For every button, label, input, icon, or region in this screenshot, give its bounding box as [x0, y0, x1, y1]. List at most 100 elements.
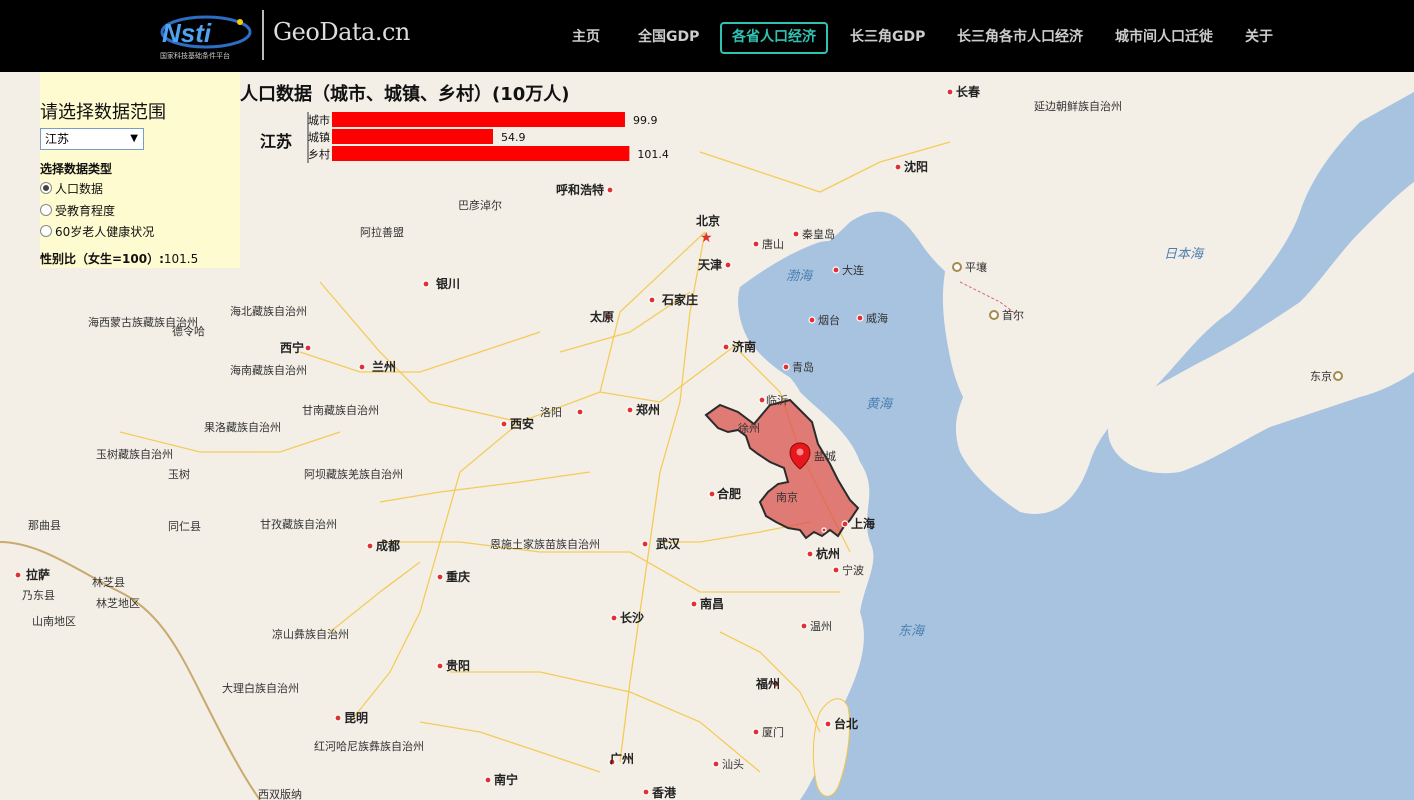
radio-button-icon[interactable] [40, 204, 52, 216]
radio-education[interactable]: 受教育程度 [40, 202, 115, 219]
chart-province-label: 江苏 [260, 132, 293, 151]
svg-text:唐山: 唐山 [762, 237, 784, 251]
nav-home[interactable]: 主页 [572, 23, 600, 51]
province-select-value: 江苏 [45, 132, 70, 146]
radio-button-icon[interactable] [40, 182, 52, 194]
svg-text:西宁: 西宁 [280, 340, 304, 355]
svg-text:南昌: 南昌 [700, 596, 724, 611]
city-suzhou [821, 527, 827, 533]
svg-text:银川: 银川 [436, 276, 460, 291]
data-type-label: 选择数据类型 [40, 162, 113, 176]
svg-text:徐州: 徐州 [738, 421, 760, 435]
svg-text:福州: 福州 [755, 676, 780, 691]
svg-text:海北藏族自治州: 海北藏族自治州 [230, 304, 307, 318]
chart-bar [332, 112, 625, 127]
city-yancheng: 盐城 [814, 450, 836, 463]
svg-text:同仁县: 同仁县 [168, 520, 201, 533]
nav-yangtze-delta-city-population[interactable]: 长三角各市人口经济 [957, 23, 1083, 51]
svg-text:杭州: 杭州 [816, 546, 840, 561]
dropdown-arrow-icon: ▼ [130, 133, 138, 144]
svg-text:呼和浩特: 呼和浩特 [556, 182, 604, 197]
svg-text:东京: 东京 [1310, 369, 1332, 383]
svg-text:Nsti: Nsti [162, 18, 212, 48]
svg-text:兰州: 兰州 [372, 359, 396, 374]
svg-text:恩施土家族苗族自治州: 恩施土家族苗族自治州 [490, 537, 600, 551]
svg-text:武汉: 武汉 [656, 536, 681, 551]
svg-text:拉萨: 拉萨 [26, 567, 50, 582]
svg-text:成都: 成都 [376, 538, 400, 553]
svg-text:果洛藏族自治州: 果洛藏族自治州 [204, 420, 281, 434]
svg-text:海南藏族自治州: 海南藏族自治州 [230, 363, 307, 377]
sex-ratio-label: 性别比（女生=100）: [40, 252, 164, 266]
sex-ratio: 性别比（女生=100）:101.5 [40, 250, 198, 267]
chart-value-label: 99.9 [633, 114, 658, 127]
svg-text:黄海: 黄海 [866, 397, 894, 412]
city-fuzhou: 福州 [755, 676, 780, 691]
svg-text:长春: 长春 [956, 84, 981, 99]
svg-text:昆明: 昆明 [344, 711, 368, 725]
svg-text:汕头: 汕头 [722, 758, 744, 771]
city-tokyo: 东京 [1310, 369, 1343, 383]
svg-text:郑州: 郑州 [636, 402, 660, 417]
svg-text:日本海: 日本海 [1164, 247, 1205, 262]
nav-national-gdp[interactable]: 全国GDP [638, 23, 699, 51]
nav-about[interactable]: 关于 [1245, 23, 1273, 51]
svg-text:温州: 温州 [810, 620, 832, 633]
city-label: 北京 [696, 213, 720, 228]
radio-population[interactable]: 人口数据 [40, 180, 103, 197]
radio-label: 受教育程度 [55, 204, 116, 218]
sex-ratio-value: 101.5 [163, 252, 199, 266]
svg-text:石家庄: 石家庄 [661, 292, 698, 307]
svg-text:广州: 广州 [610, 751, 634, 766]
svg-text:林芝县: 林芝县 [92, 575, 125, 589]
city-xuzhou: 徐州 [738, 421, 760, 435]
province-select[interactable]: 江苏 ▼ [40, 128, 144, 150]
svg-text:阿拉善盟: 阿拉善盟 [360, 225, 404, 239]
radio-elderly-health[interactable]: 60岁老人健康状况 [40, 223, 154, 240]
svg-text:上海: 上海 [851, 516, 875, 531]
svg-text:南京: 南京 [776, 490, 798, 504]
svg-text:长沙: 长沙 [620, 610, 644, 625]
svg-text:平壤: 平壤 [965, 260, 987, 274]
svg-text:济南: 济南 [732, 339, 756, 354]
svg-text:那曲县: 那曲县 [28, 519, 61, 532]
svg-text:宁波: 宁波 [842, 563, 864, 577]
svg-text:青岛: 青岛 [792, 360, 814, 374]
svg-text:山南地区: 山南地区 [32, 615, 76, 628]
svg-text:西双版纳: 西双版纳 [258, 787, 302, 800]
nav-province-population-economy[interactable]: 各省人口经济 [720, 22, 828, 54]
chart-value-label: 101.4 [637, 148, 669, 161]
svg-text:玉树藏族自治州: 玉树藏族自治州 [96, 447, 173, 461]
svg-text:厦门: 厦门 [762, 725, 784, 739]
radio-label: 60岁老人健康状况 [55, 225, 155, 239]
svg-text:乃东县: 乃东县 [22, 589, 55, 602]
svg-text:林芝地区: 林芝地区 [96, 596, 140, 610]
svg-text:威海: 威海 [866, 311, 888, 325]
panel-title: 请选择数据范围 [40, 102, 166, 123]
nsti-logo[interactable]: Nsti 国家科技基础条件平台 [158, 12, 254, 62]
chart-category-label: 乡村 [308, 147, 330, 161]
svg-text:甘孜藏族自治州: 甘孜藏族自治州 [260, 517, 337, 531]
radio-button-icon[interactable] [40, 225, 52, 237]
svg-text:渤海: 渤海 [786, 269, 814, 284]
svg-text:秦皇岛: 秦皇岛 [802, 227, 835, 241]
star-icon: ★ [700, 230, 713, 246]
svg-text:西安: 西安 [510, 416, 534, 431]
svg-text:合肥: 合肥 [717, 486, 741, 501]
chart-category-label: 城市 [308, 113, 330, 127]
svg-text:甘南藏族自治州: 甘南藏族自治州 [302, 403, 379, 417]
geodata-logo-text[interactable]: GeoData.cn [273, 18, 410, 46]
chart-bar [332, 129, 494, 144]
svg-text:重庆: 重庆 [446, 569, 470, 584]
svg-text:南宁: 南宁 [494, 772, 518, 787]
svg-text:阿坝藏族羌族自治州: 阿坝藏族羌族自治州 [304, 467, 403, 481]
nav-yangtze-delta-gdp[interactable]: 长三角GDP [850, 23, 925, 51]
data-range-panel: 请选择数据范围 江苏 ▼ 选择数据类型 人口数据 受教育程度 60岁老人健康状况… [40, 72, 240, 268]
svg-text:红河哈尼族彝族自治州: 红河哈尼族彝族自治州 [314, 739, 424, 753]
svg-text:临沂: 临沂 [766, 393, 788, 407]
nav-city-migration[interactable]: 城市间人口迁徙 [1115, 23, 1213, 51]
city-taiyuan: 太原 [590, 309, 614, 324]
chart-bar [332, 146, 630, 161]
svg-text:首尔: 首尔 [1002, 308, 1024, 322]
chart-value-label: 54.9 [501, 131, 526, 144]
